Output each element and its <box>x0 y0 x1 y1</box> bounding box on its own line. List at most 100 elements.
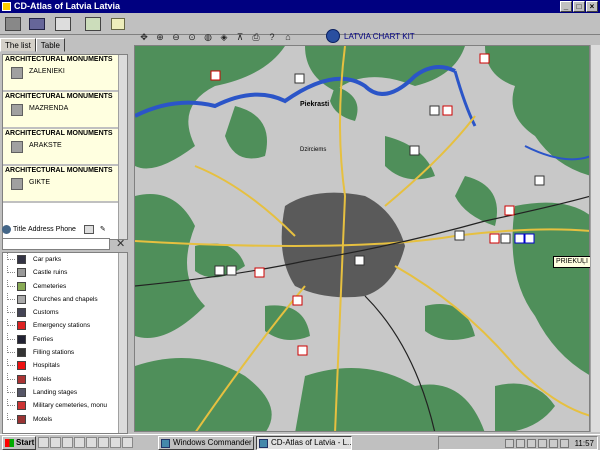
legend-icon <box>17 294 26 304</box>
building-icon <box>11 104 23 116</box>
tools-icon[interactable]: ✎ <box>100 225 106 233</box>
list-item[interactable]: ARCHITECTURAL MONUMENTS GIKTE <box>3 166 127 203</box>
legend-icon <box>17 374 26 384</box>
globe-icon[interactable]: ◍ <box>202 31 214 43</box>
quick-launch-icon[interactable] <box>50 437 61 448</box>
maximize-button[interactable]: □ <box>573 1 585 12</box>
legend-scrollbar[interactable] <box>118 253 127 433</box>
chart-kit-logo-icon <box>326 29 340 43</box>
quick-launch-icon[interactable] <box>122 437 133 448</box>
task-windows-commander[interactable]: Windows Commander 4.03 ... <box>158 436 254 450</box>
app-window: CD-Atlas of Latvia Latvia _ □ × LATVIA C… <box>0 0 600 434</box>
legend-icon <box>17 414 26 424</box>
column-title[interactable]: Title <box>13 226 26 233</box>
legend-icon <box>17 401 26 411</box>
legend-icon <box>17 387 26 397</box>
search-combo[interactable] <box>2 238 110 250</box>
book-icon <box>55 17 71 31</box>
list-item[interactable]: Churches and chapels <box>3 292 127 306</box>
tray-icon[interactable] <box>526 438 536 448</box>
list-item[interactable]: Hotels <box>3 372 127 386</box>
list-item[interactable]: Filling stations <box>3 346 127 359</box>
list-item[interactable]: Motels <box>3 412 127 426</box>
car-button[interactable] <box>26 14 48 34</box>
map-view[interactable]: Piekrasti Dzirciems <box>134 45 590 432</box>
map-canvas: Piekrasti Dzirciems <box>135 46 589 431</box>
list-item[interactable]: Cemeteries <box>3 279 127 293</box>
commander-icon <box>161 439 170 448</box>
quick-launch-icon[interactable] <box>110 437 121 448</box>
main-toolbar: LATVIA CHART KIT <box>0 13 600 43</box>
zoom-in-icon[interactable]: ⊕ <box>154 31 166 43</box>
folder-button[interactable] <box>107 14 129 34</box>
start-button[interactable]: Start <box>2 436 36 450</box>
legend-icon <box>17 308 26 318</box>
column-phone[interactable]: Phone <box>56 226 76 233</box>
system-tray: 11:57 <box>438 436 598 450</box>
taskbar: Start Windows Commander 4.03 ... CD-Atla… <box>0 434 600 450</box>
clear-icon[interactable]: ✕ <box>116 237 125 250</box>
list-item[interactable]: Customs <box>3 306 127 319</box>
list-item[interactable]: Ferries <box>3 332 127 346</box>
help-icon[interactable]: ? <box>266 31 278 43</box>
map-button[interactable] <box>82 14 104 34</box>
list-item[interactable]: Emergency stations <box>3 319 127 332</box>
column-header-bar: Title Address Phone ✎ <box>2 222 128 236</box>
list-item[interactable]: ARCHITECTURAL MONUMENTS ARAKSTE <box>3 129 127 166</box>
chart-kit-label: LATVIA CHART KIT <box>344 31 415 41</box>
tray-icon[interactable] <box>504 438 514 448</box>
column-address[interactable]: Address <box>28 226 54 233</box>
tray-icon[interactable] <box>548 438 558 448</box>
chart-kit-brand: LATVIA CHART KIT <box>326 28 415 44</box>
tray-icon[interactable] <box>537 438 547 448</box>
close-button[interactable]: × <box>586 1 598 12</box>
quick-launch-icon[interactable] <box>74 437 85 448</box>
tray-icon[interactable] <box>515 438 525 448</box>
windows-logo-icon <box>5 439 14 447</box>
legend-icon <box>17 361 26 371</box>
tab-the-list[interactable]: The list <box>0 38 36 52</box>
list-scrollbar[interactable] <box>118 55 127 239</box>
left-panel: The list Table ARCHITECTURAL MONUMENTS ZA… <box>0 36 130 434</box>
list-item[interactable]: Castle ruins <box>3 266 127 279</box>
atlas-task-icon <box>259 439 268 448</box>
monument-list: ARCHITECTURAL MONUMENTS ZALENIEKI ARCHITE… <box>2 54 128 240</box>
list-item[interactable]: Landing stages <box>3 385 127 399</box>
map-label-dzirciems: Dzirciems <box>300 147 326 153</box>
minimize-button[interactable]: _ <box>560 1 572 12</box>
book-button[interactable] <box>52 14 74 34</box>
cube-icon[interactable]: ◈ <box>218 31 230 43</box>
home-icon[interactable]: ⌂ <box>282 31 294 43</box>
quick-launch-icon[interactable] <box>38 437 49 448</box>
list-item[interactable]: Military cemeteries, monu <box>3 399 127 412</box>
quick-launch-icon[interactable] <box>62 437 73 448</box>
legend-icon <box>17 334 26 344</box>
legend-icon <box>17 281 26 291</box>
list-item[interactable]: ARCHITECTURAL MONUMENTS MAZRENDA <box>3 92 127 129</box>
atlas-home-button[interactable] <box>2 14 24 34</box>
map-icon <box>85 17 101 31</box>
clock[interactable]: 11:57 <box>575 439 594 448</box>
app-icon <box>2 2 11 11</box>
measure-icon[interactable]: ⊼ <box>234 31 246 43</box>
list-item[interactable]: Hospitals <box>3 359 127 372</box>
legend-icon <box>17 348 26 358</box>
atlas-icon <box>5 17 21 31</box>
zoom-out-icon[interactable]: ⊖ <box>170 31 182 43</box>
notes-icon[interactable] <box>83 224 94 234</box>
task-cd-atlas[interactable]: CD-Atlas of Latvia - L... <box>256 436 352 450</box>
print-icon[interactable]: ⎙ <box>250 31 262 43</box>
legend-icon <box>17 321 26 331</box>
building-icon <box>11 178 23 190</box>
quick-launch-icon[interactable] <box>86 437 97 448</box>
list-item[interactable]: Car parks <box>3 253 127 266</box>
quick-launch <box>38 437 133 448</box>
zoom-area-icon[interactable]: ⊙ <box>186 31 198 43</box>
quick-launch-icon[interactable] <box>98 437 109 448</box>
list-item[interactable]: ARCHITECTURAL MONUMENTS ZALENIEKI <box>3 55 127 92</box>
volume-icon[interactable] <box>559 438 569 448</box>
pan-icon[interactable]: ✥ <box>138 31 150 43</box>
map-vertical-scrollbar[interactable] <box>590 45 600 432</box>
tab-table[interactable]: Table <box>35 38 65 52</box>
globe-small-icon <box>2 224 11 234</box>
